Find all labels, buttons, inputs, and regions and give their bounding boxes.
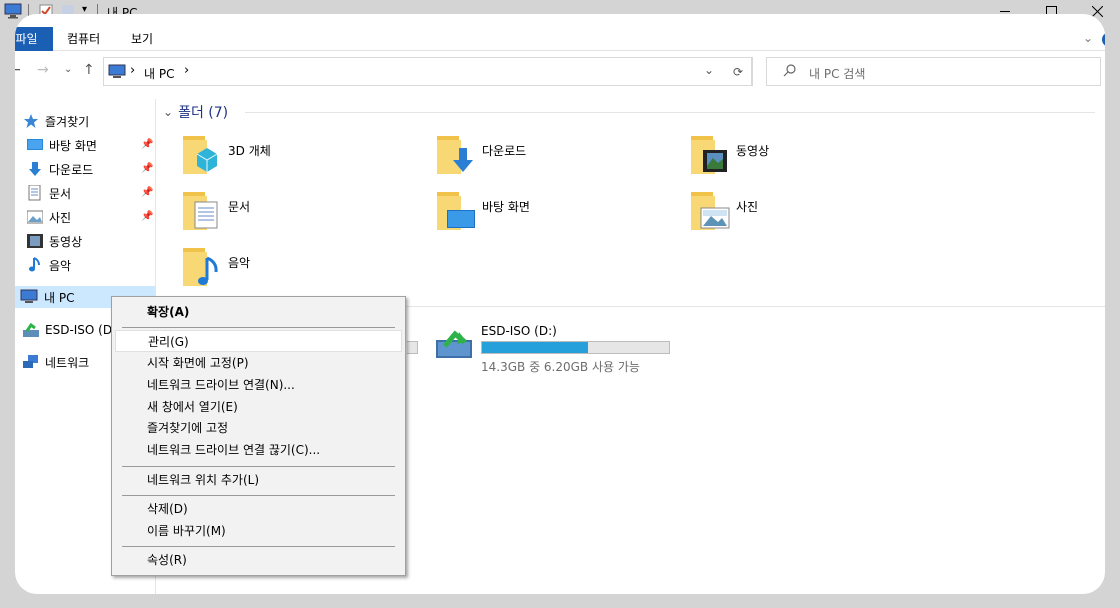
search-input[interactable]: 내 PC 검색 [766, 57, 1101, 86]
nav-item-downloads[interactable]: 다운로드 [27, 158, 93, 180]
music-icon [27, 257, 43, 273]
breadcrumb-separator[interactable]: › [184, 63, 189, 78]
menu-item-pin-quick-access[interactable]: 즐겨찾기에 고정 [115, 417, 402, 439]
downloads-folder-icon [437, 132, 477, 176]
documents-icon [27, 184, 43, 201]
pictures-folder-icon [691, 188, 731, 232]
desktop-icon [27, 137, 43, 153]
computer-icon [108, 64, 126, 82]
search-icon [783, 63, 797, 80]
tab-file[interactable]: 파일 [15, 27, 53, 51]
tab-view[interactable]: 보기 [119, 27, 165, 51]
videos-folder-icon [691, 132, 731, 176]
drive-usage-bar [481, 341, 670, 354]
breadcrumb-this-pc[interactable]: 내 PC [144, 65, 174, 82]
group-divider [245, 112, 1095, 113]
pictures-icon [26, 209, 44, 225]
drive-esd-iso[interactable]: ESD-ISO (D:) 14.3GB 중 6.20GB 사용 가능 [435, 324, 715, 374]
menu-item-manage[interactable]: 관리(G) [115, 330, 402, 352]
breadcrumb-separator[interactable]: › [130, 63, 135, 78]
folder-music[interactable]: 음악 [183, 244, 423, 292]
menu-item-add-network-location[interactable]: 네트워크 위치 추가(L) [115, 469, 402, 491]
desktop-folder-icon [437, 188, 477, 232]
help-button[interactable]: ? [1102, 32, 1105, 47]
menu-item-disconnect-network-drive[interactable]: 네트워크 드라이브 연결 끊기(C)... [115, 439, 402, 461]
nav-item-this-pc[interactable]: 내 PC [20, 286, 74, 308]
menu-item-pin-to-start[interactable]: 시작 화면에 고정(P) [115, 352, 402, 374]
close-icon [1091, 5, 1103, 17]
menu-item-properties[interactable]: 속성(R) [115, 549, 402, 571]
menu-separator [122, 495, 395, 496]
download-icon [27, 161, 43, 177]
collapse-chevron-icon[interactable]: ⌄ [163, 105, 173, 119]
nav-quick-access[interactable]: 즐겨찾기 [23, 110, 89, 132]
context-menu: 확장(A) 관리(G) 시작 화면에 고정(P) 네트워크 드라이브 연결(N)… [111, 296, 406, 576]
menu-item-delete[interactable]: 삭제(D) [115, 498, 402, 520]
star-icon [23, 113, 39, 129]
music-folder-icon [183, 244, 223, 288]
folder-3d-objects[interactable]: 3D 개체 [183, 132, 423, 180]
folder-pictures[interactable]: 사진 [691, 188, 931, 236]
drive-icon [435, 328, 475, 363]
tab-computer[interactable]: 컴퓨터 [55, 27, 112, 51]
folder-videos[interactable]: 동영상 [691, 132, 931, 180]
computer-icon [4, 3, 22, 22]
folders-group-title: 폴더 (7) [178, 105, 229, 121]
nav-item-network[interactable]: 네트워크 [23, 351, 89, 373]
nav-item-music[interactable]: 음악 [27, 254, 71, 276]
nav-item-pictures[interactable]: 사진 [26, 206, 71, 228]
ribbon-expand-icon[interactable]: ⌄ [1083, 31, 1093, 45]
refresh-icon: ⟳ [732, 64, 744, 79]
recent-locations-chevron-icon[interactable]: ⌄ [64, 64, 72, 75]
pin-icon[interactable]: 📌 [141, 163, 153, 174]
documents-folder-icon [183, 188, 223, 232]
menu-separator [122, 466, 395, 467]
menu-item-rename[interactable]: 이름 바꾸기(M) [115, 520, 402, 542]
drive-icon [23, 322, 39, 338]
partial-drive-bar [407, 341, 418, 354]
menu-item-expand[interactable]: 확장(A) [115, 301, 402, 323]
pin-icon[interactable]: 📌 [141, 139, 153, 150]
refresh-button[interactable]: ⟳ [725, 57, 752, 86]
menu-separator [122, 546, 395, 547]
folders-group-header[interactable]: ⌄ 폴더 (7) [163, 102, 228, 122]
nav-item-desktop[interactable]: 바탕 화면 [27, 134, 97, 156]
pin-icon[interactable]: 📌 [141, 187, 153, 198]
search-placeholder: 내 PC 검색 [809, 67, 866, 81]
3d-objects-icon [183, 132, 223, 176]
pin-icon[interactable]: 📌 [141, 211, 153, 222]
up-arrow-icon[interactable]: ↑ [83, 62, 95, 78]
videos-icon [27, 233, 43, 249]
forward-arrow-icon[interactable]: → [37, 62, 49, 78]
nav-item-esd-drive[interactable]: ESD-ISO (D:) [23, 319, 121, 341]
drive-usage-fill [482, 342, 588, 353]
address-bar[interactable]: › 내 PC › ⌄ [103, 57, 753, 86]
network-icon [23, 354, 39, 370]
computer-icon [20, 289, 38, 305]
address-dropdown-icon[interactable]: ⌄ [704, 63, 714, 77]
folder-downloads[interactable]: 다운로드 [437, 132, 677, 180]
back-arrow-icon[interactable]: ← [15, 62, 21, 78]
menu-item-open-new-window[interactable]: 새 창에서 열기(E) [115, 396, 402, 418]
menu-separator [122, 327, 395, 328]
nav-item-videos[interactable]: 동영상 [27, 230, 82, 252]
menu-item-map-network-drive[interactable]: 네트워크 드라이브 연결(N)... [115, 374, 402, 396]
folder-desktop[interactable]: 바탕 화면 [437, 188, 677, 236]
folder-documents[interactable]: 문서 [183, 188, 423, 236]
nav-item-documents[interactable]: 문서 [27, 182, 71, 204]
ribbon-tabs: 파일 컴퓨터 보기 ⌄ ? [15, 27, 1105, 51]
